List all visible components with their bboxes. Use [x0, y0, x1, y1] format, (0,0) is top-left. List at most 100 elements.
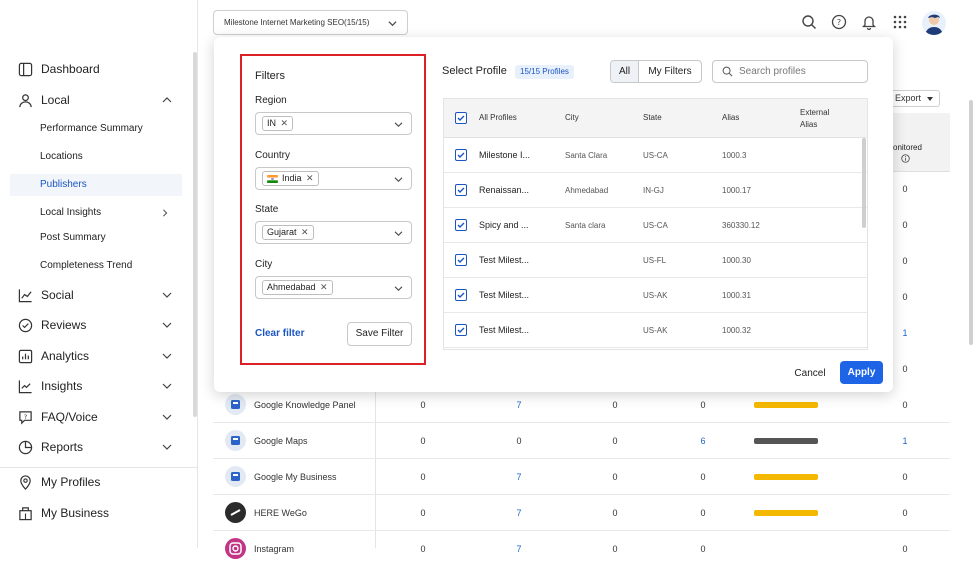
chip-label: IN [267, 118, 276, 128]
sidebar-item-label: My Profiles [41, 475, 101, 489]
tab-my-filters[interactable]: My Filters [639, 61, 701, 82]
table-cell-link[interactable]: 1 [902, 328, 907, 338]
table-cell: 0 [902, 400, 908, 410]
publisher-name[interactable]: Instagram [254, 544, 294, 554]
table-row[interactable]: Renaissan... Ahmedabad IN-GJ 1000.17 [444, 173, 867, 208]
export-button[interactable]: Export [888, 90, 940, 107]
row-checkbox[interactable] [455, 219, 467, 231]
sidebar-item-my-profiles[interactable]: My Profiles [18, 471, 178, 493]
profile-count-badge: 15/15 Profiles [515, 65, 574, 79]
table-cell-link[interactable]: 1 [902, 436, 907, 446]
chevron-down-icon [162, 322, 172, 328]
remove-chip-icon[interactable]: ✕ [301, 226, 309, 239]
tab-all[interactable]: All [611, 61, 639, 82]
profiles-table-scrollbar[interactable] [862, 138, 866, 228]
reports-pie-icon [18, 440, 33, 454]
sidebar-item-my-business[interactable]: My Business [18, 502, 178, 524]
sidebar-subitem-post-summary[interactable]: Post Summary [40, 230, 106, 246]
sidebar-item-faq-voice[interactable]: ? FAQ/Voice [18, 406, 178, 428]
table-cell-link[interactable]: 6 [700, 436, 705, 446]
region-select[interactable]: IN ✕ [255, 112, 412, 135]
table-cell: 0 [420, 472, 426, 482]
row-divider [213, 458, 950, 459]
publisher-name[interactable]: Google Knowledge Panel [254, 400, 356, 410]
sidebar-subitem-locations[interactable]: Locations [40, 149, 83, 165]
table-cell: 0 [902, 544, 908, 554]
row-checkbox[interactable] [455, 149, 467, 161]
cancel-button[interactable]: Cancel [780, 364, 840, 384]
row-checkbox[interactable] [455, 254, 467, 266]
table-cell: 0 [612, 436, 618, 446]
sidebar-item-reviews[interactable]: Reviews [18, 314, 178, 336]
sidebar-item-local[interactable]: Local [18, 89, 178, 111]
sidebar-item-label: Social [41, 288, 74, 302]
checkmark-icon [457, 257, 465, 263]
profile-name: Milestone I... [479, 150, 531, 160]
sidebar-scrollbar[interactable] [193, 52, 197, 417]
here-wego-icon [225, 502, 246, 523]
sidebar-item-insights[interactable]: Insights [18, 375, 178, 397]
completeness-bar [754, 510, 818, 516]
publisher-name[interactable]: HERE WeGo [254, 508, 307, 518]
save-filter-button[interactable]: Save Filter [347, 322, 412, 346]
profiles-table: All Profiles City State Alias External A… [443, 98, 868, 350]
sidebar-subitem-local-insights[interactable]: Local Insights [40, 205, 175, 221]
table-cell: 0 [612, 544, 618, 554]
table-row[interactable]: Milestone I... Santa Clara US-CA 1000.3 [444, 138, 867, 173]
sidebar-subitem-completeness-trend[interactable]: Completeness Trend [40, 258, 132, 274]
remove-chip-icon[interactable]: ✕ [306, 172, 314, 185]
profile-alias: 1000.30 [722, 256, 751, 265]
country-select[interactable]: India ✕ [255, 167, 412, 190]
sidebar-item-reports[interactable]: Reports [18, 436, 178, 458]
row-checkbox[interactable] [455, 324, 467, 336]
publisher-name[interactable]: Google Maps [254, 436, 308, 446]
remove-chip-icon[interactable]: ✕ [320, 281, 328, 294]
clear-filter-link[interactable]: Clear filter [255, 328, 304, 339]
bell-icon[interactable] [861, 14, 877, 30]
table-row[interactable]: Test Milest... US-AK 1000.32 [444, 313, 867, 348]
row-checkbox[interactable] [455, 289, 467, 301]
table-cell-link[interactable]: 7 [516, 508, 521, 518]
row-checkbox[interactable] [455, 184, 467, 196]
table-cell: 0 [700, 400, 706, 410]
sidebar-item-dashboard[interactable]: Dashboard [18, 58, 178, 80]
profile-alias: 1000.32 [722, 326, 751, 335]
table-cell-link[interactable]: 7 [516, 400, 521, 410]
table-cell-link[interactable]: 7 [516, 472, 521, 482]
publisher-name[interactable]: Google My Business [254, 472, 337, 482]
sidebar-item-analytics[interactable]: Analytics [18, 345, 178, 367]
faq-question-icon: ? [19, 410, 32, 425]
table-cell: 0 [420, 508, 426, 518]
table-cell: 0 [700, 508, 706, 518]
table-row[interactable]: Test Milest... US-AK 1000.31 [444, 278, 867, 313]
checkmark-icon [457, 292, 465, 298]
apply-button[interactable]: Apply [840, 361, 883, 384]
column-header-external-alias: External Alias [800, 108, 830, 129]
info-icon[interactable] [901, 154, 910, 163]
search-placeholder: Search profiles [739, 66, 806, 77]
account-selector[interactable]: Milestone Internet Marketing SEO(15/15) [213, 10, 408, 35]
profile-state: IN-GJ [643, 186, 664, 195]
table-row[interactable]: Spicy and ... Santa clara US-CA 360330.1… [444, 208, 867, 243]
search-icon [722, 66, 733, 77]
search-icon[interactable] [801, 14, 817, 30]
city-select[interactable]: Ahmedabad ✕ [255, 276, 412, 299]
help-icon[interactable]: ? [831, 14, 847, 30]
table-cell: 0 [700, 472, 706, 482]
state-select[interactable]: Gujarat ✕ [255, 221, 412, 244]
avatar[interactable] [922, 11, 946, 35]
analytics-bar-icon [18, 349, 33, 363]
page-scrollbar[interactable] [969, 100, 973, 345]
column-header-all-profiles: All Profiles [479, 113, 517, 122]
apps-grid-icon[interactable] [892, 14, 908, 30]
remove-chip-icon[interactable]: ✕ [280, 117, 288, 130]
sidebar-subitem-publishers[interactable]: Publishers [10, 174, 182, 196]
search-profiles-input[interactable]: Search profiles [712, 60, 868, 83]
row-divider [213, 530, 950, 531]
sidebar-item-social[interactable]: Social [18, 284, 178, 306]
table-cell-link[interactable]: 7 [516, 544, 521, 554]
table-row[interactable]: Test Milest... US-FL 1000.30 [444, 243, 867, 278]
select-all-checkbox[interactable] [455, 112, 467, 124]
sidebar-subitem-performance-summary[interactable]: Performance Summary [40, 121, 143, 137]
table-cell: 0 [902, 472, 908, 482]
